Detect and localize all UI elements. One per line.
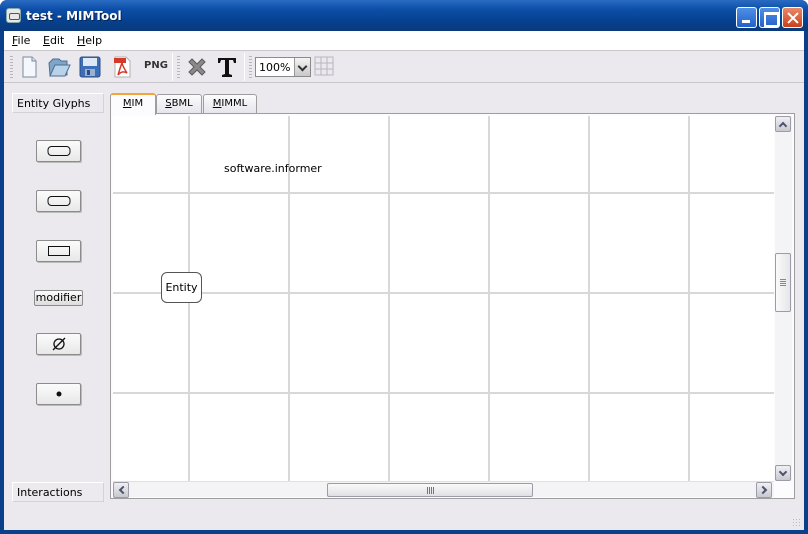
interactions-header[interactable]: Interactions: [12, 482, 104, 502]
toolbar-grip[interactable]: [10, 56, 13, 78]
open-folder-icon[interactable]: [47, 55, 71, 79]
zoom-select[interactable]: 100%: [255, 57, 311, 77]
vertical-scrollbar[interactable]: [775, 116, 792, 481]
grid-line: [113, 292, 774, 294]
interactions-label: Interactions: [17, 486, 83, 499]
vertical-scroll-thumb[interactable]: [775, 253, 791, 312]
menu-help-label: elp: [85, 34, 103, 47]
tab-sbml-label: BML: [171, 98, 193, 109]
toolbar-grip[interactable]: [177, 56, 180, 78]
horizontal-scrollbar[interactable]: [113, 481, 774, 498]
toolbar: PNG 100%: [4, 50, 804, 83]
scroll-up-icon[interactable]: [775, 116, 791, 132]
scroll-right-icon[interactable]: [756, 482, 772, 498]
grid-line: [588, 116, 590, 481]
export-png-button[interactable]: PNG: [144, 60, 168, 71]
horizontal-scroll-thumb[interactable]: [327, 483, 533, 497]
tab-mimml-label: IMML: [221, 98, 248, 109]
rectangle-icon: [47, 246, 70, 256]
menu-edit-label: dit: [49, 34, 65, 47]
minimize-button[interactable]: [736, 7, 757, 28]
tab-pane-mim: software.informer Entity: [110, 113, 795, 499]
tab-mimml[interactable]: MIMML: [203, 94, 257, 114]
diagram-canvas[interactable]: software.informer Entity: [113, 116, 774, 481]
menu-bar: File Edit Help: [4, 31, 804, 50]
toolbar-grip[interactable]: [249, 56, 252, 78]
toolbar-separator: [172, 53, 173, 81]
text-tool-icon[interactable]: [215, 55, 239, 79]
entity-glyphs-header[interactable]: Entity Glyphs: [12, 93, 104, 113]
delete-x-icon[interactable]: [185, 55, 209, 79]
glyph-rounded-entity-2-button[interactable]: [36, 190, 81, 212]
menu-edit[interactable]: Edit: [43, 34, 64, 47]
menu-file-label: ile: [17, 34, 31, 47]
title-bar[interactable]: test - MIMTool: [0, 0, 808, 31]
point-icon: [56, 391, 61, 397]
empty-set-icon: [52, 337, 65, 351]
grid-line: [113, 192, 774, 194]
menu-file[interactable]: File: [12, 34, 30, 47]
glyph-rounded-entity-button[interactable]: [36, 140, 81, 162]
entity-node[interactable]: Entity: [161, 272, 202, 303]
grid-icon[interactable]: [314, 56, 334, 76]
grid-line: [113, 392, 774, 394]
glyph-empty-set-button[interactable]: [36, 333, 81, 355]
grid-line: [388, 116, 390, 481]
grid-line: [488, 116, 490, 481]
save-floppy-icon[interactable]: [78, 55, 102, 79]
tab-mim-label: IM: [131, 98, 144, 109]
resize-grip[interactable]: [792, 518, 802, 528]
canvas-text-label[interactable]: software.informer: [224, 162, 322, 175]
glyph-rectangle-entity-button[interactable]: [36, 240, 81, 262]
pdf-icon[interactable]: [110, 55, 134, 79]
glyph-point-button[interactable]: [36, 383, 81, 405]
scroll-left-icon[interactable]: [113, 482, 129, 498]
client-area: File Edit Help PNG 100% Entity Glyphs mo…: [4, 31, 804, 530]
tab-mim[interactable]: MIM: [110, 93, 156, 115]
rounded-rect-icon: [47, 196, 70, 206]
menu-help[interactable]: Help: [77, 34, 102, 47]
chevron-down-icon[interactable]: [294, 58, 310, 76]
app-icon[interactable]: [6, 8, 21, 23]
app-window: test - MIMTool File Edit Help PNG 100% E…: [0, 0, 808, 534]
entity-glyphs-label: Entity Glyphs: [17, 97, 91, 110]
glyph-modifier-button[interactable]: modifier: [34, 290, 83, 306]
scroll-down-icon[interactable]: [775, 465, 791, 481]
tab-mim-mnemonic: M: [122, 98, 132, 109]
grid-line: [688, 116, 690, 481]
rounded-rect-icon: [47, 146, 70, 156]
tab-sbml[interactable]: SBML: [156, 94, 202, 114]
zoom-value: 100%: [259, 61, 291, 74]
maximize-button[interactable]: [759, 7, 780, 28]
close-button[interactable]: [782, 7, 803, 28]
new-file-icon[interactable]: [17, 55, 41, 79]
window-title: test - MIMTool: [26, 9, 122, 23]
toolbar-separator: [244, 53, 245, 81]
menu-edit-mnemonic: E: [43, 34, 50, 47]
